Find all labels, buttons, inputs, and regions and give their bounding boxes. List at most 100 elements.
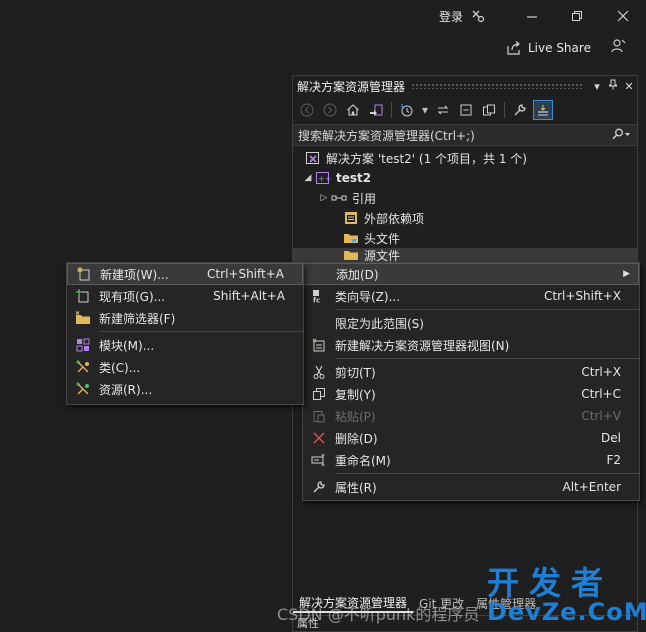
tree-node-header-files[interactable]: 头文件 [293, 228, 637, 248]
menu-item-shortcut: Ctrl+V [581, 409, 621, 423]
menu-item-label: 属性(R) [335, 480, 377, 495]
module-icon [67, 338, 99, 352]
submenu-item-resource[interactable]: 资源(R)... [67, 378, 303, 400]
add-submenu: 新建项(W)... Ctrl+Shift+A 现有项(G)... Shift+A… [66, 262, 304, 405]
panel-grip[interactable] [411, 83, 583, 89]
pin-icon[interactable] [605, 79, 621, 93]
submenu-item-module[interactable]: 模块(M)... [67, 334, 303, 356]
menu-item-label: 现有项(G)... [99, 289, 166, 304]
menu-item-shortcut: Del [601, 431, 621, 445]
logo-bottom-text: DevZe.CoM [487, 598, 646, 626]
logo-top-text: 开发者 [487, 564, 614, 602]
menu-item-label: 类向导(Z)... [335, 289, 401, 304]
live-share-icon [507, 41, 520, 55]
chevron-down-icon[interactable]: ▾ [589, 80, 605, 93]
live-share-button[interactable]: Live Share [506, 38, 591, 58]
collapsed-arrow-icon[interactable]: ▷ [317, 193, 331, 203]
search-input[interactable]: 搜索解决方案资源管理器(Ctrl+;) [298, 127, 611, 144]
menu-item-label: 重命名(M) [335, 453, 391, 468]
menu-item-add[interactable]: 添加(D) ▶ [303, 263, 639, 285]
menu-item-new-explorer-view[interactable]: 新建解决方案资源管理器视图(N) [303, 334, 639, 356]
submenu-item-new-item[interactable]: 新建项(W)... Ctrl+Shift+A [67, 263, 303, 285]
menu-item-label: 模块(M)... [99, 338, 155, 353]
menu-item-cut[interactable]: 剪切(T) Ctrl+X [303, 361, 639, 383]
forward-icon[interactable] [320, 100, 340, 120]
menu-separator [335, 309, 639, 310]
menu-item-label: 添加(D) [336, 267, 379, 282]
tree-node-solution[interactable]: 解决方案 'test2' (1 个项目，共 1 个) [293, 148, 637, 168]
svg-text:fc: fc [313, 297, 320, 304]
solution-label: 解决方案 'test2' (1 个项目，共 1 个) [326, 151, 527, 166]
submenu-item-class[interactable]: 类(C)... [67, 356, 303, 378]
tree-node-references[interactable]: ▷ 引用 [293, 188, 637, 208]
menu-item-label: 删除(D) [335, 431, 378, 446]
references-icon [331, 190, 347, 206]
expanded-arrow-icon[interactable]: ◢ [301, 173, 315, 183]
menu-item-label: 资源(R)... [99, 382, 153, 397]
wrench-icon[interactable] [510, 100, 530, 120]
live-share-label: Live Share [528, 41, 591, 55]
menu-item-scope-to-this[interactable]: 限定为此范围(S) [303, 312, 639, 334]
scissors-icon [303, 365, 335, 379]
sync-icon[interactable] [433, 100, 453, 120]
solution-icon [305, 150, 321, 166]
menu-item-copy[interactable]: 复制(Y) Ctrl+C [303, 383, 639, 405]
restore-icon[interactable] [569, 8, 585, 24]
collapse-all-icon[interactable] [456, 100, 476, 120]
svg-text:++: ++ [318, 175, 331, 184]
wrench-icon [303, 480, 335, 494]
menu-item-shortcut: F2 [606, 453, 621, 467]
chevron-down-icon[interactable]: ▾ [420, 100, 430, 120]
menu-item-shortcut: Ctrl+X [581, 365, 621, 379]
menu-item-delete[interactable]: 删除(D) Del [303, 427, 639, 449]
close-panel-icon[interactable]: ✕ [621, 80, 637, 93]
panel-title-bar: 解决方案资源管理器 ▾ ✕ [293, 76, 637, 96]
close-icon[interactable] [615, 8, 631, 24]
menu-item-shortcut: Ctrl+C [581, 387, 621, 401]
new-view-icon [303, 338, 335, 352]
project-label: test2 [336, 171, 372, 185]
csdn-watermark: CSDN @不听punk的程序员 [277, 605, 480, 624]
search-box[interactable]: 搜索解决方案资源管理器(Ctrl+;) [293, 124, 637, 146]
back-icon[interactable] [297, 100, 317, 120]
solution-tree: 解决方案 'test2' (1 个项目，共 1 个) ◢ ++ test2 ▷ … [293, 146, 637, 262]
menu-item-label: 限定为此范围(S) [335, 316, 424, 331]
external-deps-icon [343, 210, 359, 226]
preview-selected-items-icon[interactable] [533, 100, 553, 120]
show-all-files-icon[interactable] [479, 100, 499, 120]
tree-node-external-deps[interactable]: 外部依赖项 [293, 208, 637, 228]
menu-item-class-wizard[interactable]: fc 类向导(Z)... Ctrl+Shift+X [303, 285, 639, 307]
folder-icon [343, 230, 359, 246]
folder-icon [343, 248, 359, 262]
menu-item-paste[interactable]: 粘贴(P) Ctrl+V [303, 405, 639, 427]
toolbar-separator [504, 102, 505, 118]
menu-item-shortcut: Shift+Alt+A [213, 289, 285, 303]
menu-item-label: 新建解决方案资源管理器视图(N) [335, 338, 510, 353]
search-icon[interactable] [611, 128, 637, 143]
minimize-icon[interactable] [524, 8, 540, 24]
panel-title: 解决方案资源管理器 [297, 79, 406, 94]
header-files-label: 头文件 [364, 231, 401, 246]
submenu-item-existing-item[interactable]: 现有项(G)... Shift+Alt+A [67, 285, 303, 307]
tree-node-source-files[interactable]: 源文件 [293, 248, 637, 262]
menu-item-properties[interactable]: 属性(R) Alt+Enter [303, 476, 639, 498]
submenu-item-new-filter[interactable]: 新建筛选器(F) [67, 307, 303, 329]
menu-item-shortcut: Ctrl+Shift+X [544, 289, 621, 303]
tree-node-project[interactable]: ◢ ++ test2 [293, 168, 637, 188]
home-icon[interactable] [343, 100, 363, 120]
new-filter-folder-icon [67, 311, 99, 325]
person-icon[interactable] [610, 38, 626, 54]
paste-icon [303, 409, 335, 423]
login-link[interactable]: 登录 [439, 8, 463, 25]
title-bar: 登录 [0, 0, 646, 34]
pending-changes-icon[interactable] [397, 100, 417, 120]
menu-item-label: 新建筛选器(F) [99, 311, 176, 326]
menu-separator [99, 331, 303, 332]
switch-views-icon[interactable] [366, 100, 386, 120]
feedback-icon[interactable] [470, 8, 486, 24]
submenu-arrow-icon: ▶ [623, 269, 630, 279]
menu-item-label: 类(C)... [99, 360, 141, 375]
resource-icon [67, 382, 99, 396]
panel-toolbar: ▾ [293, 96, 637, 124]
menu-item-rename[interactable]: 重命名(M) F2 [303, 449, 639, 471]
